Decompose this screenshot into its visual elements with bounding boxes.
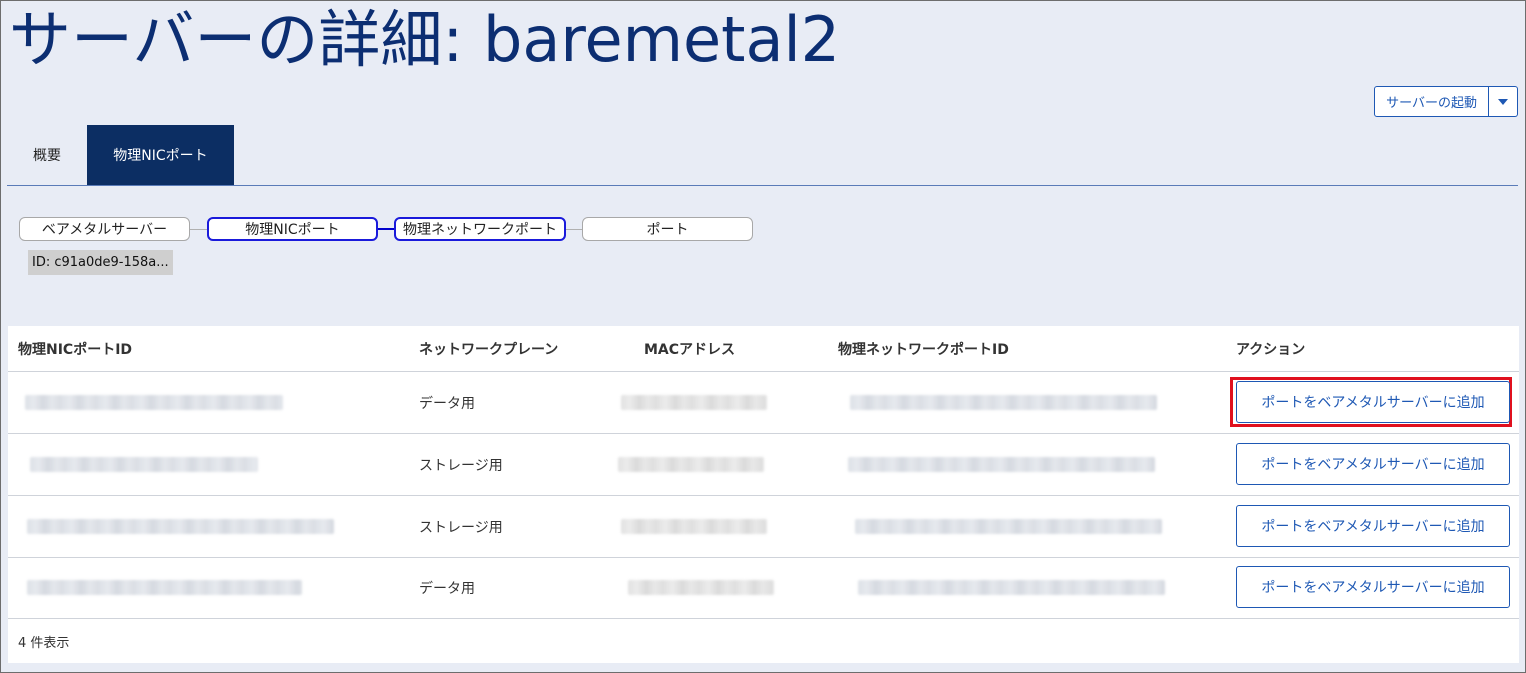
table-row: データ用 ポートをベアメタルサーバーに追加 <box>8 557 1519 619</box>
add-port-button[interactable]: ポートをベアメタルサーバーに追加 <box>1236 566 1510 608</box>
start-server-group: サーバーの起動 <box>1374 86 1518 117</box>
flow-connector <box>564 229 584 230</box>
add-port-button[interactable]: ポートをベアメタルサーバーに追加 <box>1236 381 1510 423</box>
column-header-nic-port-id[interactable]: 物理NICポートID <box>18 326 132 371</box>
table-header: 物理NICポートID ネットワークプレーン MACアドレス 物理ネットワークポー… <box>8 326 1519 372</box>
flow-node-physical-nic-port[interactable]: 物理NICポート <box>207 217 378 241</box>
network-plane-cell: データ用 <box>419 580 475 597</box>
flow-connector <box>189 229 207 230</box>
flow-node-port[interactable]: ポート <box>582 217 753 241</box>
redacted-value <box>621 395 767 410</box>
network-plane-cell: データ用 <box>419 395 475 412</box>
add-port-button[interactable]: ポートをベアメタルサーバーに追加 <box>1236 443 1510 485</box>
mac-address-cell <box>618 434 764 495</box>
mac-address-cell <box>628 557 774 618</box>
table-footer-count: 4 件表示 <box>18 635 70 651</box>
nic-port-id-cell <box>30 434 258 495</box>
redacted-value <box>618 457 764 472</box>
start-server-dropdown-toggle[interactable] <box>1489 86 1518 117</box>
network-port-id-cell <box>858 557 1165 618</box>
tab-bar: 概要 物理NICポート <box>7 125 1518 186</box>
relation-flow: ベアメタルサーバー 物理NICポート 物理ネットワークポート ポート <box>19 217 759 243</box>
nic-port-id-cell <box>27 496 334 557</box>
column-header-network-port-id[interactable]: 物理ネットワークポートID <box>838 326 1009 371</box>
mac-address-cell <box>621 496 767 557</box>
network-port-id-cell <box>848 434 1155 495</box>
redacted-value <box>848 457 1155 472</box>
table-row: ストレージ用 ポートをベアメタルサーバーに追加 <box>8 434 1519 496</box>
page-title: サーバーの詳細: baremetal2 <box>9 3 841 76</box>
column-header-action: アクション <box>1236 341 1306 358</box>
network-plane-cell: ストレージ用 <box>419 519 503 536</box>
network-port-id-cell <box>855 496 1162 557</box>
flow-connector-active <box>376 228 396 230</box>
mac-address-cell <box>621 372 767 433</box>
nic-port-table: 物理NICポートID ネットワークプレーン MACアドレス 物理ネットワークポー… <box>8 326 1519 663</box>
nic-port-id-cell <box>27 557 302 618</box>
nic-port-id-cell <box>25 372 283 433</box>
start-server-button[interactable]: サーバーの起動 <box>1374 86 1489 117</box>
flow-node-physical-network-port[interactable]: 物理ネットワークポート <box>394 217 566 241</box>
table-row: データ用 ポートをベアメタルサーバーに追加 <box>8 372 1519 434</box>
id-label: ID: c91a0de9-158a... <box>28 250 173 275</box>
redacted-value <box>27 519 334 534</box>
caret-down-icon <box>1498 98 1508 105</box>
table-row: ストレージ用 ポートをベアメタルサーバーに追加 <box>8 496 1519 558</box>
column-header-mac-address[interactable]: MACアドレス <box>644 326 735 371</box>
tab-physical-nic-ports[interactable]: 物理NICポート <box>87 125 234 185</box>
redacted-value <box>621 519 767 534</box>
redacted-value <box>30 457 258 472</box>
add-port-button[interactable]: ポートをベアメタルサーバーに追加 <box>1236 505 1510 547</box>
redacted-value <box>855 519 1162 534</box>
redacted-value <box>25 395 283 410</box>
column-header-network-plane[interactable]: ネットワークプレーン <box>419 326 558 371</box>
tab-overview[interactable]: 概要 <box>7 125 87 185</box>
flow-node-baremetal-server[interactable]: ベアメタルサーバー <box>19 217 190 241</box>
redacted-value <box>27 580 302 595</box>
redacted-value <box>628 580 774 595</box>
redacted-value <box>858 580 1165 595</box>
network-port-id-cell <box>850 372 1157 433</box>
redacted-value <box>850 395 1157 410</box>
network-plane-cell: ストレージ用 <box>419 457 503 474</box>
